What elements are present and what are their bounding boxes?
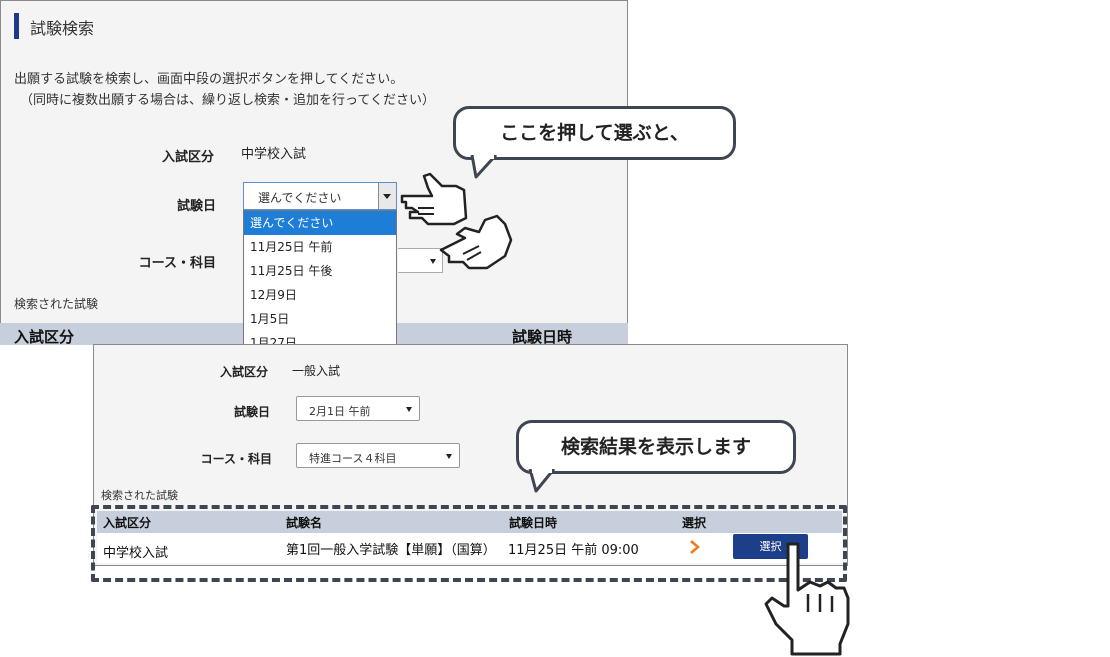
course-select-value: 特進コース４科目 — [309, 452, 397, 465]
dropdown-arrow-button[interactable] — [378, 183, 396, 209]
result-highlight-frame — [91, 505, 847, 582]
chevron-down-icon — [446, 454, 452, 459]
entry-type-value: 中学校入試 — [241, 147, 307, 162]
exam-date-select[interactable]: 選んでください — [243, 182, 397, 210]
title-accent-bar — [14, 13, 19, 39]
dropdown-option[interactable]: 1月5日 — [244, 307, 396, 331]
dropdown-option[interactable]: 11月25日 午後 — [244, 259, 396, 283]
callout-result-hint: 検索結果を表示します — [516, 420, 796, 474]
pointing-hand-icon — [439, 214, 513, 270]
instruction-note: （同時に複数出願する場合は、繰り返し検索・追加を行ってください） — [20, 93, 435, 108]
entry-type-label: 入試区分 — [161, 150, 214, 165]
exam-date-select-value: 2月1日 午前 — [309, 405, 371, 418]
callout-tail — [528, 469, 556, 493]
chevron-down-icon — [406, 407, 412, 412]
course-label: コース・科目 — [200, 452, 272, 466]
dropdown-option[interactable]: 11月25日 午前 — [244, 235, 396, 259]
page-title: 試験検索 — [30, 19, 95, 38]
callout-select-hint: ここを押して選ぶと、 — [453, 106, 736, 160]
course-select[interactable]: 特進コース４科目 — [296, 443, 460, 468]
entry-type-label: 入試区分 — [219, 365, 268, 379]
results-label: 検索された試験 — [14, 297, 99, 311]
course-label: コース・科目 — [138, 256, 216, 271]
exam-date-label: 試験日 — [176, 199, 216, 214]
dropdown-option[interactable]: 1月27日 — [244, 331, 396, 344]
chevron-down-icon — [383, 194, 391, 199]
entry-type-value: 一般入試 — [292, 364, 341, 378]
callout-tail — [470, 155, 498, 179]
header-entry-type: 入試区分 — [14, 328, 75, 346]
pointer-hand-icon — [764, 542, 850, 656]
dropdown-option[interactable]: 選んでください — [244, 211, 396, 235]
dropdown-option[interactable]: 12月9日 — [244, 283, 396, 307]
results-label: 検索された試験 — [101, 489, 178, 502]
exam-date-select[interactable]: 2月1日 午前 — [296, 396, 420, 421]
exam-date-label: 試験日 — [233, 405, 270, 419]
exam-date-select-value: 選んでください — [258, 191, 342, 205]
exam-date-dropdown-list: 選んでください 11月25日 午前 11月25日 午後 12月9日 1月5日 1… — [243, 210, 397, 345]
instruction-text: 出願する試験を検索し、画面中段の選択ボタンを押してください。 — [14, 72, 404, 87]
